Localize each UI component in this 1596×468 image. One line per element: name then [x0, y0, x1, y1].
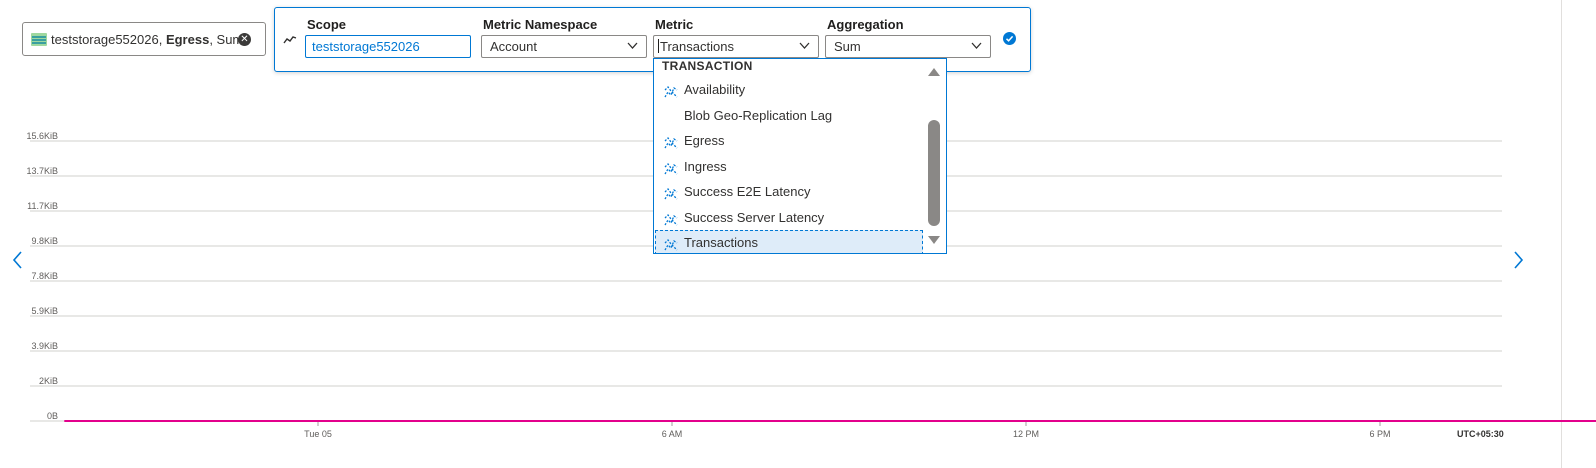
- y-tick-label: 15.6KiB: [26, 131, 58, 141]
- dropdown-option[interactable]: Blob Geo-Replication Lag: [655, 103, 923, 128]
- scroll-down-icon[interactable]: [928, 236, 940, 244]
- metric-dropdown-list: TRANSACTION Availability Blob Geo-Replica…: [653, 58, 947, 254]
- timezone-label: UTC+05:30: [1457, 429, 1504, 439]
- x-tick-label: 6 PM: [1369, 429, 1391, 439]
- x-tick-label: 6 AM: [661, 429, 683, 439]
- x-tick-label: Tue 05: [304, 429, 332, 439]
- y-tick-label: 7.8KiB: [31, 271, 58, 281]
- chevron-right-icon[interactable]: [1512, 250, 1524, 270]
- dropdown-option-label: Ingress: [684, 158, 727, 174]
- dropdown-option-label: Success Server Latency: [684, 209, 825, 225]
- dropdown-option-label: Egress: [684, 133, 725, 148]
- dropdown-option[interactable]: Ingress: [655, 154, 923, 179]
- dropdown-option[interactable]: Success Server Latency: [655, 205, 923, 230]
- dropdown-option[interactable]: Transactions: [655, 230, 923, 253]
- x-tick-label: 12 PM: [1012, 429, 1039, 439]
- y-tick-label: 11.7KiB: [27, 201, 58, 211]
- scroll-up-icon[interactable]: [928, 68, 940, 76]
- dropdown-option-label: Blob Geo-Replication Lag: [684, 107, 833, 123]
- dropdown-option[interactable]: Egress: [655, 128, 923, 153]
- y-tick-label: 9.8KiB: [31, 236, 58, 246]
- dropdown-option-label: Transactions: [684, 235, 758, 250]
- dropdown-option[interactable]: Availability: [655, 77, 923, 102]
- group-header: TRANSACTION: [662, 59, 753, 73]
- chevron-left-icon[interactable]: [12, 250, 24, 270]
- y-tick-label: 5.9KiB: [31, 306, 58, 316]
- y-tick-label: 3.9KiB: [31, 341, 58, 351]
- y-tick-label: 13.7KiB: [26, 166, 58, 176]
- scrollbar-thumb[interactable]: [928, 120, 940, 226]
- dropdown-option[interactable]: Success E2E Latency: [655, 179, 923, 204]
- dropdown-option-label: Availability: [684, 82, 746, 97]
- metric-icon: [664, 235, 678, 253]
- y-tick-label: 0B: [46, 411, 58, 421]
- dropdown-option-label: Success E2E Latency: [684, 184, 811, 199]
- y-tick-label: 2KiB: [38, 376, 58, 386]
